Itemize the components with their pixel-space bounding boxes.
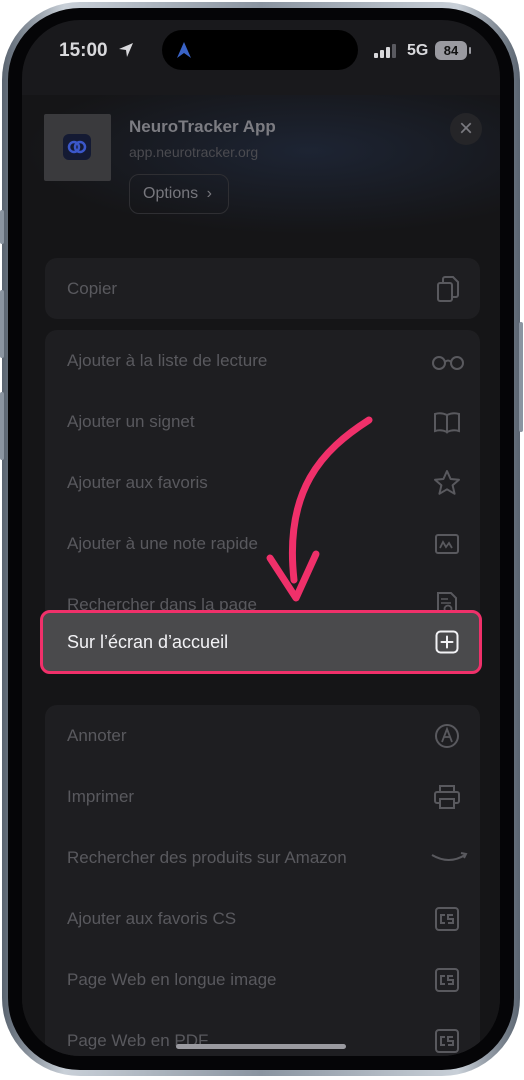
action-row[interactable]: Ajouter à la liste de lecture xyxy=(45,330,480,391)
app-url: app.neurotracker.org xyxy=(129,144,259,160)
home-indicator xyxy=(176,1044,346,1049)
copy-label: Copier xyxy=(67,279,118,298)
share-sheet: NeuroTracker App app.neurotracker.org Op… xyxy=(22,95,500,1056)
screen: 15:00 5G 84 NeuroTracker App app.neurotr… xyxy=(22,20,500,1056)
app-icon xyxy=(44,114,111,181)
options-label: Options xyxy=(143,185,199,202)
action-label: Annoter xyxy=(67,726,127,745)
action-label: Ajouter à une note rapide xyxy=(67,534,258,553)
app-title: NeuroTracker App xyxy=(129,117,276,136)
book-icon xyxy=(432,407,462,437)
cellular-signal-icon xyxy=(374,44,396,58)
battery-indicator: 84 xyxy=(435,41,467,60)
action-row[interactable]: Ajouter à une note rapide xyxy=(45,513,480,574)
action-label: Ajouter aux favoris CS xyxy=(67,909,237,928)
copy-icon xyxy=(432,274,462,304)
amazon-icon xyxy=(430,843,468,873)
action-row[interactable]: Annoter xyxy=(45,705,480,766)
volume-up-button xyxy=(0,290,4,358)
navigation-icon xyxy=(177,42,191,58)
actions-group-2: Annoter Imprimer Rechercher des produits… xyxy=(45,705,480,1056)
cs-icon xyxy=(432,904,462,934)
add-square-icon xyxy=(435,630,459,654)
quick-note-icon xyxy=(432,529,462,559)
printer-icon xyxy=(432,782,462,812)
status-time: 15:00 xyxy=(59,40,108,61)
copy-group: Copier xyxy=(45,258,480,319)
action-row[interactable]: Page Web en PDF xyxy=(45,1010,480,1056)
add-to-home-screen-row[interactable]: Sur l’écran d’accueil xyxy=(40,610,482,674)
action-row[interactable]: Imprimer xyxy=(45,766,480,827)
copy-row[interactable]: Copier xyxy=(45,258,480,319)
close-icon: × xyxy=(458,115,473,142)
side-button xyxy=(519,322,523,432)
location-arrow-icon xyxy=(119,43,133,57)
action-label: Rechercher des produits sur Amazon xyxy=(67,848,347,867)
action-button xyxy=(0,210,4,244)
cs-icon xyxy=(432,965,462,995)
action-label: Ajouter un signet xyxy=(67,412,195,431)
action-label: Ajouter aux favoris xyxy=(67,473,208,492)
action-row[interactable]: Ajouter un signet xyxy=(45,391,480,452)
chevron-right-icon: › xyxy=(206,185,212,202)
action-row[interactable]: Ajouter aux favoris xyxy=(45,452,480,513)
markup-icon xyxy=(432,721,462,751)
close-button[interactable]: × xyxy=(450,113,482,145)
action-label: Imprimer xyxy=(67,787,135,806)
glasses-icon xyxy=(430,346,466,376)
action-label: Ajouter à la liste de lecture xyxy=(67,351,268,370)
action-row[interactable]: Ajouter aux favoris CS xyxy=(45,888,480,949)
network-type: 5G xyxy=(407,42,429,59)
status-bar: 15:00 5G 84 xyxy=(22,20,500,80)
options-button[interactable]: Options › xyxy=(129,174,229,214)
battery-tip xyxy=(469,47,471,54)
add-to-home-screen-label: Sur l’écran d’accueil xyxy=(67,632,229,652)
action-row[interactable]: Rechercher des produits sur Amazon xyxy=(45,827,480,888)
action-label: Page Web en longue image xyxy=(67,970,277,989)
neurotracker-logo-icon xyxy=(63,134,91,160)
action-row[interactable]: Page Web en longue image xyxy=(45,949,480,1010)
dynamic-island xyxy=(162,30,358,70)
actions-group-1: Ajouter à la liste de lecture Ajouter un… xyxy=(45,330,480,635)
volume-down-button xyxy=(0,392,4,460)
action-label: Page Web en PDF xyxy=(67,1031,209,1050)
cs-icon xyxy=(432,1026,462,1056)
star-icon xyxy=(432,468,462,498)
